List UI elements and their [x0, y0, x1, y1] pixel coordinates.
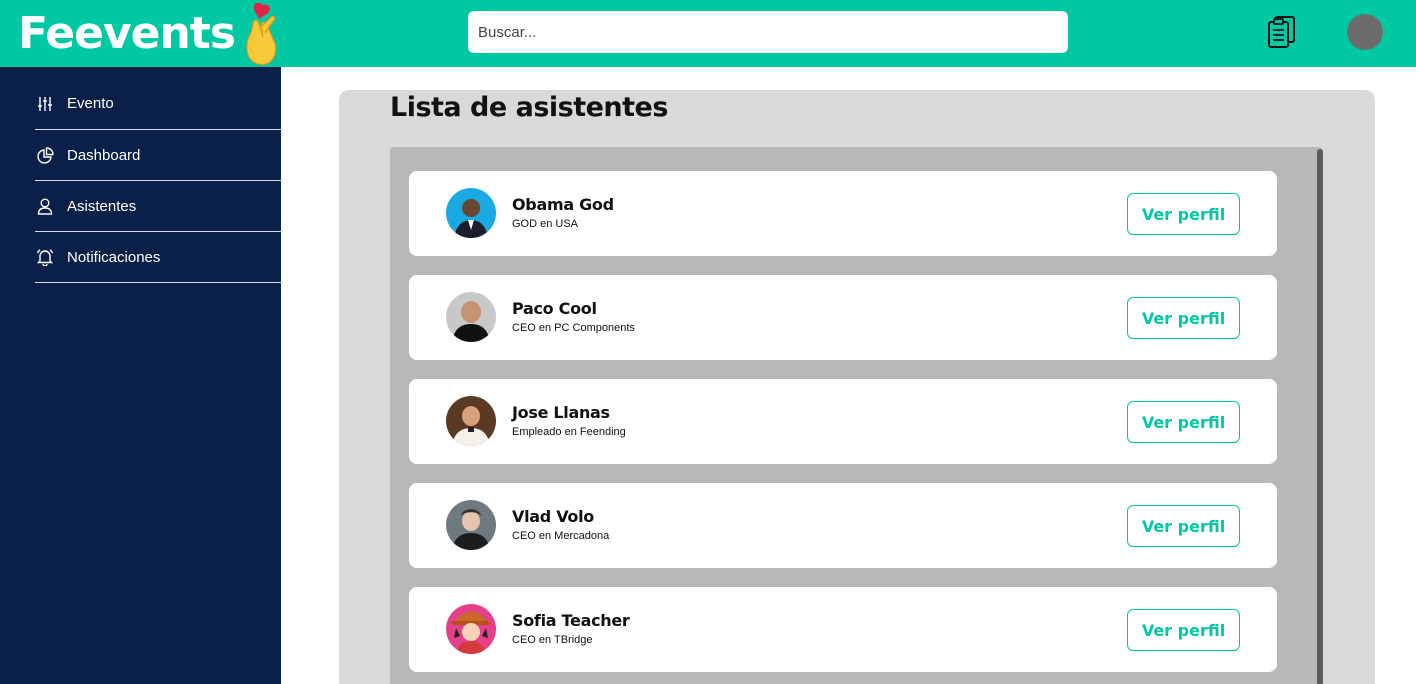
user-icon [35, 196, 55, 216]
avatar [446, 292, 496, 342]
view-profile-button[interactable]: Ver perfil [1127, 609, 1240, 651]
pie-chart-icon [35, 145, 55, 165]
user-avatar[interactable] [1347, 14, 1383, 50]
list-item: Sofia Teacher CEO en TBridge Ver perfil [409, 587, 1277, 672]
sidebar-nav: Evento Dashboard Asistentes Notificacion… [35, 67, 281, 283]
avatar [446, 500, 496, 550]
attendee-name: Jose Llanas [512, 403, 610, 422]
logo-text: Feevents [18, 8, 236, 59]
avatar [446, 396, 496, 446]
attendee-role: Empleado en Feending [512, 426, 626, 438]
sidebar-item-label: Asistentes [67, 197, 137, 215]
sidebar: Evento Dashboard Asistentes Notificacion… [0, 67, 281, 684]
avatar [446, 188, 496, 238]
attendee-name: Sofia Teacher [512, 611, 630, 630]
clipboard-list-icon[interactable] [1267, 15, 1297, 49]
list-item: Paco Cool CEO en PC Components Ver perfi… [409, 275, 1277, 360]
attendee-name: Vlad Volo [512, 507, 594, 526]
search-input[interactable] [468, 11, 1068, 53]
attendee-role: CEO en Mercadona [512, 530, 610, 542]
sidebar-item-evento[interactable]: Evento [35, 78, 281, 130]
list-item: Vlad Volo CEO en Mercadona Ver perfil [409, 483, 1277, 568]
attendee-role: CEO en TBridge [512, 634, 593, 646]
attendee-list[interactable]: Obama God GOD en USA Ver perfil Paco Coo… [390, 147, 1323, 684]
logo[interactable]: Feevents [18, 3, 285, 66]
sliders-icon [35, 94, 55, 114]
attendee-name: Paco Cool [512, 299, 597, 318]
crossed-fingers-heart-icon [246, 3, 277, 66]
sidebar-item-label: Notificaciones [67, 248, 161, 266]
top-bar: Feevents [0, 0, 1416, 67]
view-profile-button[interactable]: Ver perfil [1127, 297, 1240, 339]
view-profile-button[interactable]: Ver perfil [1127, 401, 1240, 443]
sidebar-item-notificaciones[interactable]: Notificaciones [35, 232, 281, 283]
sidebar-item-asistentes[interactable]: Asistentes [35, 181, 281, 232]
bell-icon [35, 247, 55, 267]
page-title: Lista de asistentes [390, 92, 668, 123]
avatar [446, 604, 496, 654]
sidebar-item-label: Evento [67, 95, 114, 112]
sidebar-item-label: Dashboard [67, 146, 141, 164]
attendee-name: Obama God [512, 195, 614, 214]
attendee-role: CEO en PC Components [512, 322, 635, 334]
view-profile-button[interactable]: Ver perfil [1127, 505, 1240, 547]
list-item: Jose Llanas Empleado en Feending Ver per… [409, 379, 1277, 464]
view-profile-button[interactable]: Ver perfil [1127, 193, 1240, 235]
sidebar-item-dashboard[interactable]: Dashboard [35, 130, 281, 181]
list-item: Obama God GOD en USA Ver perfil [409, 171, 1277, 256]
attendee-panel: Lista de asistentes Obama God GOD en USA… [339, 90, 1375, 684]
attendee-role: GOD en USA [512, 218, 579, 230]
list-scrollbar[interactable] [1317, 149, 1323, 684]
